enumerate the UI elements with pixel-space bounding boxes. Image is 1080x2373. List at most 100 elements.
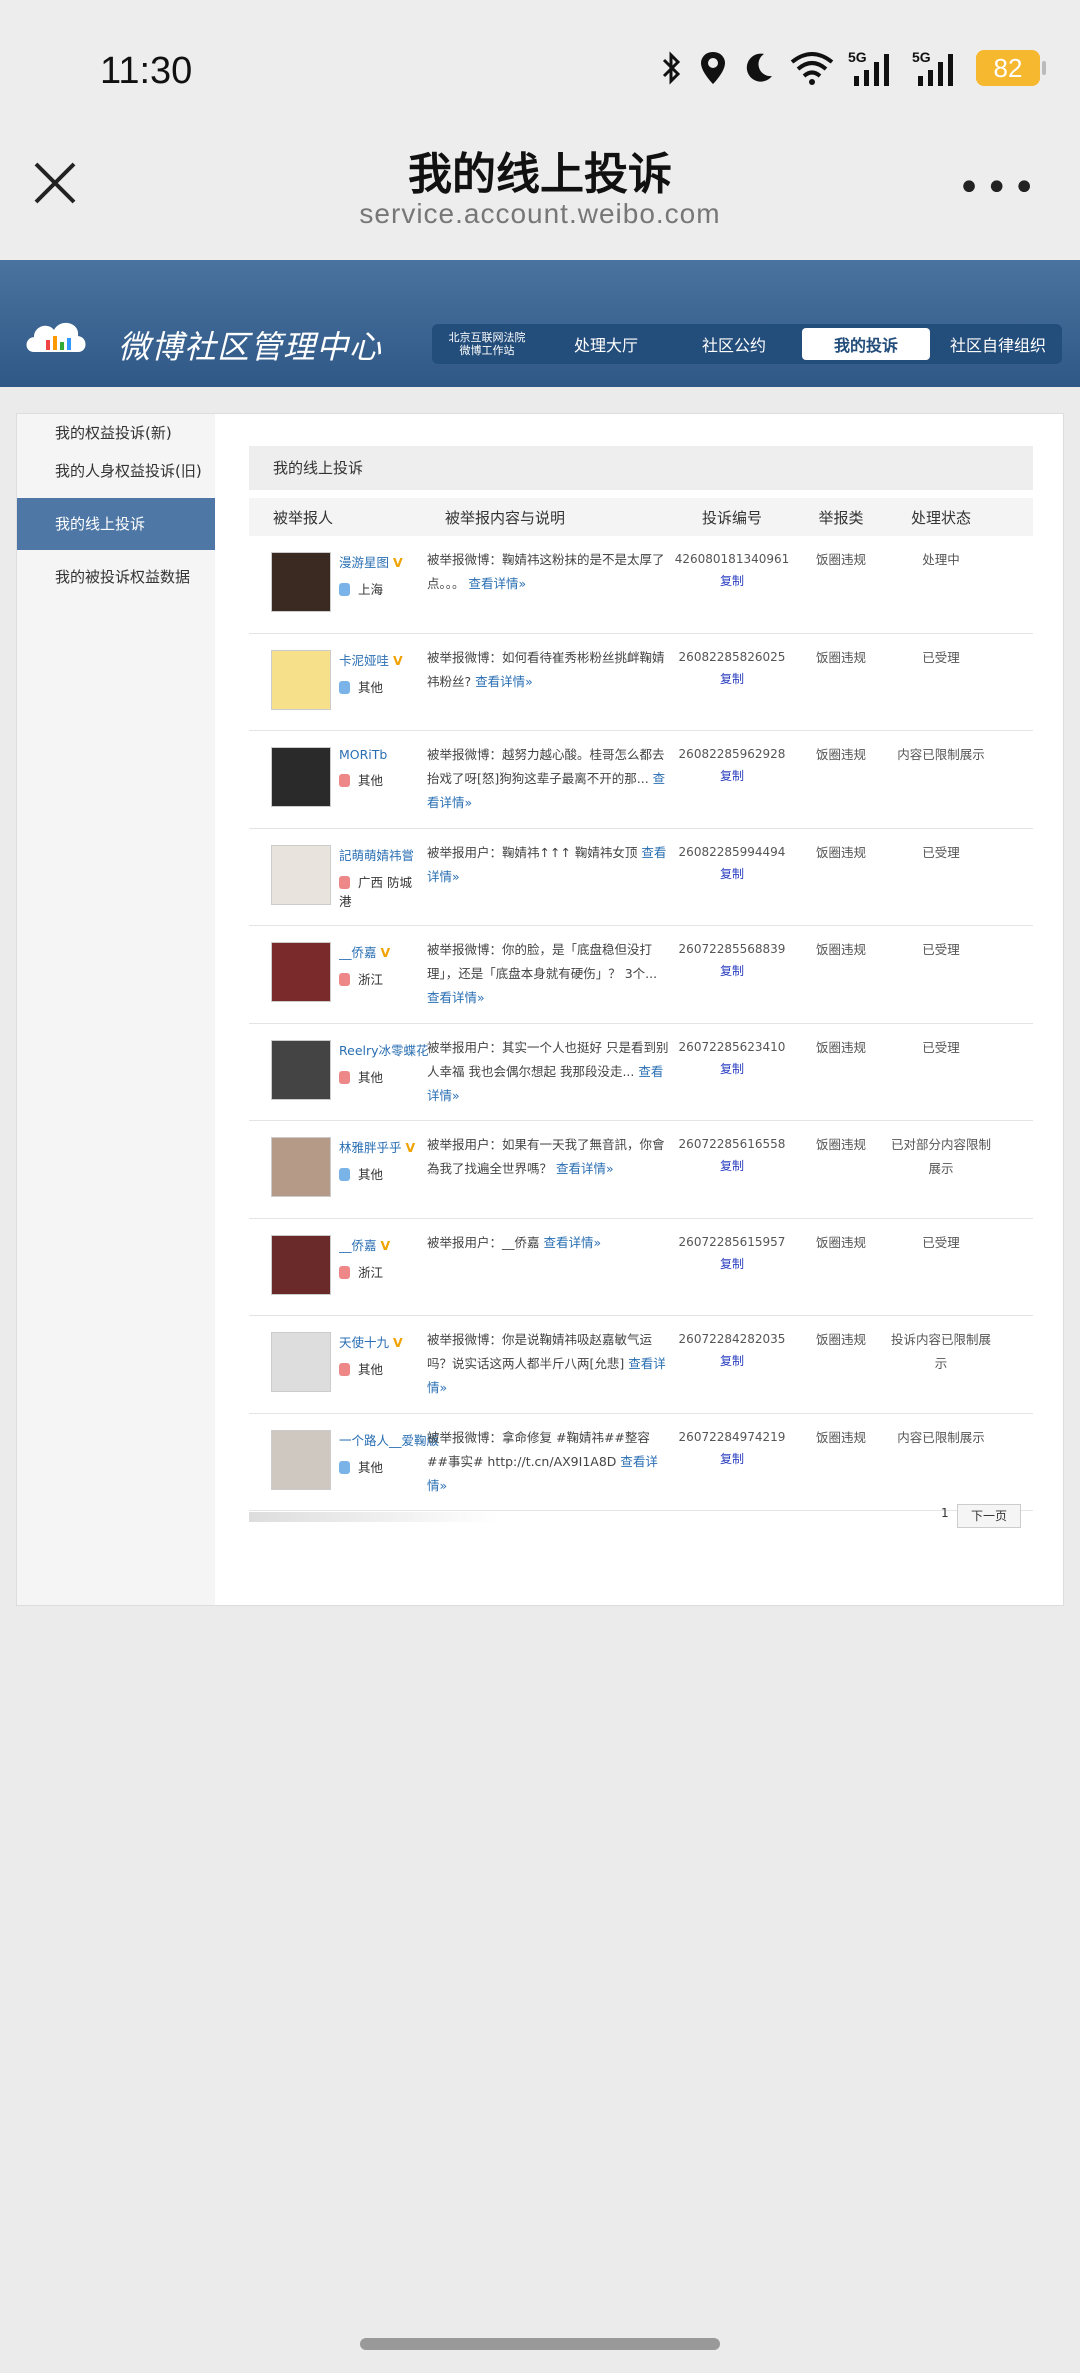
svg-text:5G: 5G [912, 49, 931, 65]
complaint-content: 被举报用户：鞠婧祎↑↑↑ 鞠婧祎女顶 查看详情» [423, 841, 673, 926]
user-name-text[interactable]: __侨嘉 [339, 1238, 377, 1253]
complaint-id-cell: 26072285623410 复制 [673, 1040, 791, 1121]
user-location: 其他 [339, 1164, 423, 1183]
bluetooth-icon [662, 51, 681, 85]
more-options-icon[interactable]: ••• [957, 168, 1040, 208]
user-name[interactable]: __侨嘉 V [339, 942, 423, 961]
pager-current-page: 1 [941, 1506, 949, 1520]
sidebar-item-personal-rights-old[interactable]: 我的人身权益投诉(旧) [17, 452, 215, 490]
avatar[interactable] [271, 844, 331, 905]
nav-item-my-complaints[interactable]: 我的投诉 [802, 328, 930, 360]
user-gender-icon [339, 1070, 350, 1084]
reported-user-cell: 天使十九 V 其他 [249, 1332, 423, 1413]
avatar[interactable] [271, 1429, 331, 1490]
avatar[interactable] [271, 1137, 331, 1197]
complaint-id-cell: 26072285568839 复制 [673, 942, 791, 1023]
user-info: 漫游星图 V 上海 [339, 552, 423, 633]
complaint-id: 26072285616558 [678, 1137, 786, 1151]
avatar[interactable] [271, 1039, 331, 1100]
user-name[interactable]: __侨嘉 V [339, 1235, 423, 1254]
complaint-id-cell: 26072284282035 复制 [673, 1332, 791, 1413]
user-name-text[interactable]: 林雅胖乎乎 [339, 1140, 402, 1155]
nav-item-convention[interactable]: 社区公约 [670, 332, 798, 356]
user-location: 其他 [339, 1067, 433, 1086]
complaint-content-text: 被举报微博：拿命修复 #鞠婧祎##整容##事实# http://t.cn/AX9… [427, 1429, 650, 1469]
user-name[interactable]: 卡泥娅哇 V [339, 650, 423, 669]
table-row: __侨嘉 V 浙江 被举报微博：你的脸，是「底盘稳但没打理」，还是「底盘本身就有硬伤」… [249, 926, 1033, 1024]
copy-button[interactable]: 复制 [673, 1450, 791, 1467]
user-name-text[interactable]: __侨嘉 [339, 945, 377, 960]
view-details-link[interactable]: 查看详情» [475, 674, 533, 689]
nav-item-hall[interactable]: 处理大厅 [542, 332, 670, 356]
avatar[interactable] [271, 552, 331, 612]
avatar[interactable] [271, 649, 331, 710]
user-name[interactable]: 記萌萌婧祎嘗 [339, 845, 423, 864]
copy-button[interactable]: 复制 [673, 572, 791, 589]
user-location: 其他 [339, 677, 423, 696]
view-details-link[interactable]: 查看详情» [556, 1161, 614, 1176]
copy-button[interactable]: 复制 [673, 1352, 791, 1369]
table-header: 被举报人 被举报内容与说明 投诉编号 举报类 处理状态 [249, 498, 1033, 536]
location-icon [701, 52, 725, 84]
page-title: 我的线上投诉 [408, 149, 672, 200]
user-info: 林雅胖乎乎 V 其他 [339, 1137, 423, 1218]
complaint-id-cell: 26082285994494 复制 [673, 845, 791, 926]
avatar[interactable] [271, 747, 331, 807]
verified-badge-icon: V [380, 945, 391, 960]
nav-court-link[interactable]: 北京互联网法院 微博工作站 [432, 331, 542, 357]
next-page-button[interactable]: 下一页 [957, 1504, 1021, 1528]
user-name-text[interactable]: 漫游星图 [339, 555, 389, 570]
nav-item-self-discipline[interactable]: 社区自律组织 [934, 332, 1062, 356]
copy-button[interactable]: 复制 [673, 865, 791, 882]
complaint-content-text: 被举报用户：如果有一天我了無音訊，你會為我了找遍全世界嗎？ [427, 1137, 665, 1176]
complaint-id: 26072285568839 [678, 942, 786, 956]
reported-user-cell: 林雅胖乎乎 V 其他 [249, 1137, 423, 1218]
user-info: __侨嘉 V 浙江 [339, 1235, 423, 1316]
view-details-link[interactable]: 查看详情» [469, 576, 527, 591]
avatar[interactable] [271, 942, 331, 1002]
verified-badge-icon: V [380, 1237, 391, 1253]
complaint-id: 26072285615957 [678, 1234, 786, 1249]
user-name[interactable]: 林雅胖乎乎 V [339, 1137, 423, 1156]
user-location-text: 浙江 [358, 972, 384, 987]
user-name[interactable]: MORiTb [339, 747, 423, 762]
user-name-text[interactable]: 天使十九 [339, 1335, 389, 1350]
avatar[interactable] [271, 1234, 331, 1295]
user-location: 上海 [339, 579, 423, 598]
complaint-content: 被举报用户：其实一个人也挺好 只是看到别人幸福 我也会偶尔想起 我那段没走...… [423, 1036, 673, 1121]
verified-badge-icon: V [393, 555, 403, 570]
copy-button[interactable]: 复制 [673, 1255, 791, 1272]
view-details-link[interactable]: 查看详情» [427, 990, 485, 1005]
sidebar-item-rights-new[interactable]: 我的权益投诉(新) [17, 414, 215, 452]
complaint-id: 26072284282035 [678, 1332, 786, 1346]
view-details-link[interactable]: 查看详情» [544, 1235, 602, 1250]
user-gender-icon [339, 680, 350, 694]
process-status: 已受理 [922, 844, 960, 860]
copy-button[interactable]: 复制 [673, 1060, 791, 1077]
user-location-text: 其他 [358, 1459, 384, 1475]
copy-button[interactable]: 复制 [673, 670, 791, 687]
complaint-content: 被举报用户：如果有一天我了無音訊，你會為我了找遍全世界嗎？ 查看详情» [423, 1133, 673, 1218]
user-name[interactable]: Reelry冰零蝶花 [339, 1040, 433, 1059]
copy-button[interactable]: 复制 [673, 767, 791, 784]
report-type: 饭圈违规 [815, 1039, 866, 1055]
copy-button[interactable]: 复制 [673, 962, 791, 979]
process-status: 处理中 [922, 552, 960, 567]
user-name-text[interactable]: MORiTb [339, 747, 387, 762]
user-name-text[interactable]: 記萌萌婧祎嘗 [339, 848, 414, 863]
report-type: 饭圈违规 [815, 1137, 866, 1152]
user-location-text: 其他 [358, 1167, 384, 1182]
complaint-id: 26082285994494 [678, 844, 786, 859]
sidebar-item-complained-data[interactable]: 我的被投诉权益数据 [17, 558, 215, 596]
user-name-text[interactable]: Reelry冰零蝶花 [339, 1043, 429, 1058]
signal-5g-icon-2: 5G [912, 49, 953, 86]
user-name[interactable]: 天使十九 V [339, 1332, 423, 1351]
avatar[interactable] [271, 1332, 331, 1392]
user-name[interactable]: 漫游星图 V [339, 552, 423, 571]
sidebar-item-online-complaints[interactable]: 我的线上投诉 [17, 498, 215, 550]
reported-user-cell: __侨嘉 V 浙江 [249, 1234, 423, 1316]
wifi-icon [790, 52, 834, 85]
verified-badge-icon: V [405, 1140, 416, 1155]
copy-button[interactable]: 复制 [673, 1157, 791, 1174]
user-name-text[interactable]: 卡泥娅哇 [339, 653, 389, 668]
